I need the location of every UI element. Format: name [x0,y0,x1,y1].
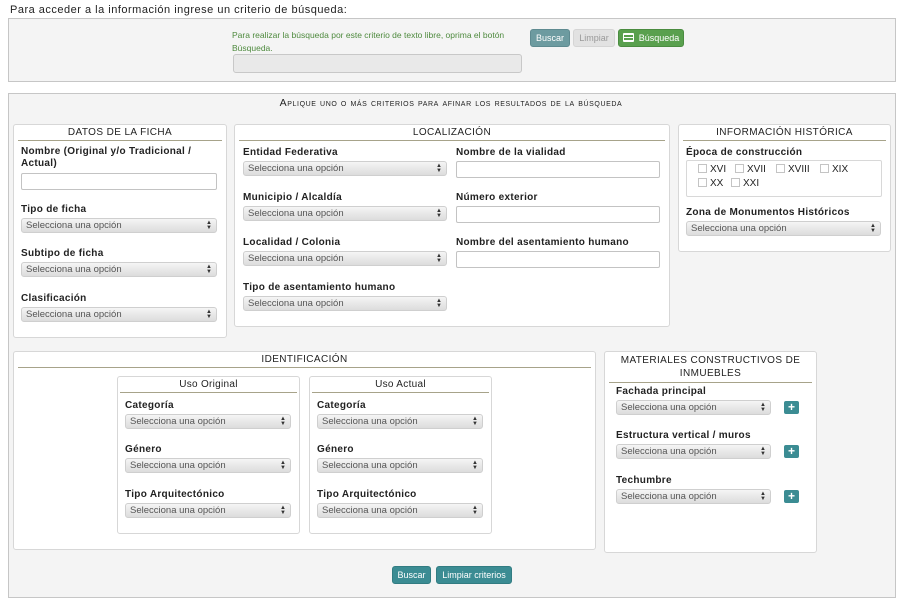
nombre-label: Nombre (Original y/o Tradicional / Actua… [21,146,192,169]
filters-title: Aplique uno o más criterios para afinar … [279,97,623,109]
estructura-select[interactable]: Selecciona una opción ▲ ▼ [616,444,771,459]
select-arrows-icon: ▲ ▼ [280,460,286,471]
nombre-input[interactable] [21,173,217,190]
uso-original-title: Uso Original [120,379,297,393]
select-arrows-icon: ▲ ▼ [472,460,478,471]
bottom-search-button[interactable]: Buscar [392,566,431,584]
municipio-select[interactable]: Selecciona una opción ▲ ▼ [243,206,447,221]
localizacion-title: LOCALIZACIÓN [239,127,665,141]
select-arrows-icon: ▲ ▼ [436,253,442,264]
select-arrows-icon: ▲ ▼ [436,298,442,309]
entidad-label: Entidad Federativa [243,147,338,158]
genero-original-select[interactable]: Selecciona una opción ▲ ▼ [125,458,291,473]
materiales-title: MATERIALES CONSTRUCTIVOS DE INMUEBLES [609,354,812,383]
busqueda-button-label: Búsqueda [638,33,680,43]
genero-actual-label: Género [317,444,354,455]
subtipo-ficha-label: Subtipo de ficha [21,248,104,259]
ficha-title: DATOS DE LA FICHA [18,127,222,141]
zona-select[interactable]: Selecciona una opción ▲ ▼ [686,221,881,236]
subtipo-ficha-select[interactable]: Selecciona una opción ▲ ▼ [21,262,217,277]
municipio-label: Municipio / Alcaldía [243,192,342,203]
genero-original-label: Género [125,444,162,455]
select-arrows-icon: ▲ ▼ [206,220,212,231]
categoria-actual-label: Categoría [317,400,366,411]
categoria-actual-select[interactable]: Selecciona una opción ▲ ▼ [317,414,483,429]
tipo-ficha-select[interactable]: Selecciona una opción ▲ ▼ [21,218,217,233]
tipo-arq-actual-label: Tipo Arquitectónico [317,489,417,500]
vialidad-label: Nombre de la vialidad [456,147,566,158]
epoca-label: Época de construcción [686,147,803,158]
clear-button[interactable]: Limpiar [573,29,615,47]
select-arrows-icon: ▲ ▼ [760,446,766,457]
intro-text: Para acceder a la información ingrese un… [10,4,348,16]
select-arrows-icon: ▲ ▼ [760,491,766,502]
add-fachada-button[interactable]: + [784,401,799,414]
select-arrows-icon: ▲ ▼ [472,416,478,427]
select-arrows-icon: ▲ ▼ [472,505,478,516]
techumbre-select[interactable]: Selecciona una opción ▲ ▼ [616,489,771,504]
siglo-checkbox-xvii[interactable]: XVII [735,164,766,175]
tipo-arq-original-select[interactable]: Selecciona una opción ▲ ▼ [125,503,291,518]
historica-title: INFORMACIÓN HISTÓRICA [683,127,886,141]
asentamiento-input[interactable] [456,251,660,268]
select-arrows-icon: ▲ ▼ [760,402,766,413]
siglo-checkbox-xx[interactable]: XX [698,178,723,189]
siglo-checkbox-xvi[interactable]: XVI [698,164,726,175]
numero-exterior-input[interactable] [456,206,660,223]
list-icon [622,33,634,42]
localidad-label: Localidad / Colonia [243,237,341,248]
free-search-input[interactable] [233,54,522,73]
categoria-original-select[interactable]: Selecciona una opción ▲ ▼ [125,414,291,429]
busqueda-button[interactable]: Búsqueda [618,29,684,47]
siglo-checkbox-xix[interactable]: XIX [820,164,848,175]
select-arrows-icon: ▲ ▼ [436,208,442,219]
tipo-arq-original-label: Tipo Arquitectónico [125,489,225,500]
entidad-select[interactable]: Selecciona una opción ▲ ▼ [243,161,447,176]
tipo-asentamiento-label: Tipo de asentamiento humano [243,282,396,293]
tipo-ficha-label: Tipo de ficha [21,204,87,215]
select-arrows-icon: ▲ ▼ [870,223,876,234]
estructura-label: Estructura vertical / muros [616,430,751,441]
categoria-original-label: Categoría [125,400,174,411]
zona-label: Zona de Monumentos Históricos [686,207,850,218]
uso-actual-title: Uso Actual [312,379,489,393]
select-arrows-icon: ▲ ▼ [280,416,286,427]
fachada-select[interactable]: Selecciona una opción ▲ ▼ [616,400,771,415]
identificacion-box: IDENTIFICACIÓN [13,351,596,550]
search-button[interactable]: Buscar [530,29,570,47]
genero-actual-select[interactable]: Selecciona una opción ▲ ▼ [317,458,483,473]
siglo-checkbox-xxi[interactable]: XXI [731,178,759,189]
select-arrows-icon: ▲ ▼ [280,505,286,516]
tipo-arq-actual-select[interactable]: Selecciona una opción ▲ ▼ [317,503,483,518]
select-arrows-icon: ▲ ▼ [206,264,212,275]
vialidad-input[interactable] [456,161,660,178]
clasificacion-select[interactable]: Selecciona una opción ▲ ▼ [21,307,217,322]
free-search-hint: Para realizar la búsqueda por este crite… [232,30,505,53]
identificacion-title: IDENTIFICACIÓN [18,354,591,368]
add-estructura-button[interactable]: + [784,445,799,458]
add-techumbre-button[interactable]: + [784,490,799,503]
clear-criteria-button[interactable]: Limpiar criterios [436,566,512,584]
numero-exterior-label: Número exterior [456,192,538,203]
clasificacion-label: Clasificación [21,293,87,304]
tipo-asentamiento-select[interactable]: Selecciona una opción ▲ ▼ [243,296,447,311]
techumbre-label: Techumbre [616,475,672,486]
select-arrows-icon: ▲ ▼ [206,309,212,320]
asentamiento-label: Nombre del asentamiento humano [456,237,629,248]
fachada-label: Fachada principal [616,386,707,397]
localidad-select[interactable]: Selecciona una opción ▲ ▼ [243,251,447,266]
select-arrows-icon: ▲ ▼ [436,163,442,174]
siglo-checkbox-xviii[interactable]: XVIII [776,164,810,175]
